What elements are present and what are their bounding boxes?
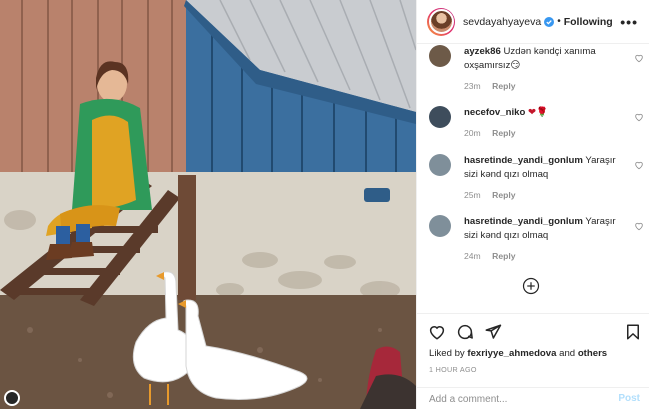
liked-by-user[interactable]: fexriyye_ahmedova <box>467 348 556 359</box>
comment-avatar[interactable] <box>429 215 451 237</box>
comment-text: necefov_niko ❤🌹 <box>464 106 620 120</box>
comment-avatar[interactable] <box>429 106 451 128</box>
likes-summary: Liked by fexriyye_ahmedova and others <box>429 348 607 359</box>
heart-icon[interactable] <box>634 221 644 231</box>
post-actions: Liked by fexriyye_ahmedova and others 1 … <box>417 313 649 409</box>
comment-text: ayzek86 Uzdən kəndçi xanıma oxşamırsız😏 <box>464 45 620 73</box>
comment-icon[interactable] <box>456 323 474 341</box>
comment-meta: 23m Reply <box>464 81 516 91</box>
comment-content: ❤🌹 <box>528 107 548 118</box>
following-button[interactable]: Following <box>564 16 613 28</box>
comment-avatar[interactable] <box>429 45 451 67</box>
post-photo[interactable] <box>0 0 416 409</box>
comment-username[interactable]: necefov_niko <box>464 107 525 118</box>
comment-text: hasretinde_yandi_gonlum Yaraşır sizi kən… <box>464 154 620 182</box>
comment-text: hasretinde_yandi_gonlum Yaraşır sizi kən… <box>464 215 620 243</box>
post-timestamp: 1 HOUR AGO <box>429 365 477 374</box>
comment-time: 23m <box>464 81 481 91</box>
heart-icon[interactable] <box>634 53 644 63</box>
comment-time: 20m <box>464 128 481 138</box>
header-separator: • <box>557 16 561 27</box>
share-icon[interactable] <box>484 323 502 341</box>
post-side-panel: sevdayahyayeva • Following ••• ayzek86 U… <box>416 0 649 409</box>
more-options-icon[interactable]: ••• <box>620 15 638 29</box>
heart-icon[interactable] <box>428 323 446 341</box>
owner-info: sevdayahyayeva • Following <box>463 16 613 28</box>
owner-avatar[interactable] <box>427 7 455 36</box>
comment-meta: 25m Reply <box>464 190 516 200</box>
verified-badge-icon <box>544 16 555 27</box>
heart-icon[interactable] <box>634 160 644 170</box>
liked-by-prefix: Liked by <box>429 348 468 359</box>
comment-username[interactable]: hasretinde_yandi_gonlum <box>464 155 583 166</box>
liked-by-and: and <box>556 348 578 359</box>
farm-scene-image <box>0 0 416 409</box>
comment-time: 25m <box>464 190 481 200</box>
comment-username[interactable]: hasretinde_yandi_gonlum <box>464 216 583 227</box>
comment-time: 24m <box>464 251 481 261</box>
comment-input[interactable] <box>429 392 609 407</box>
heart-icon[interactable] <box>634 112 644 122</box>
comment-avatar[interactable] <box>429 154 451 176</box>
comment-meta: 24m Reply <box>464 251 516 261</box>
reply-button[interactable]: Reply <box>492 251 515 261</box>
liked-by-others[interactable]: others <box>578 348 607 359</box>
add-comment-bar: Post <box>417 387 649 409</box>
tagged-user-icon[interactable] <box>4 390 20 406</box>
reply-button[interactable]: Reply <box>492 81 515 91</box>
post-header: sevdayahyayeva • Following ••• <box>417 0 649 44</box>
comment-username[interactable]: ayzek86 <box>464 46 501 57</box>
reply-button[interactable]: Reply <box>492 128 515 138</box>
bookmark-icon[interactable] <box>624 323 642 341</box>
comment-meta: 20m Reply <box>464 128 516 138</box>
plus-circle-icon[interactable] <box>522 277 540 295</box>
comments-list: ayzek86 Uzdən kəndçi xanıma oxşamırsız😏 … <box>417 44 649 313</box>
reply-button[interactable]: Reply <box>492 190 515 200</box>
owner-username[interactable]: sevdayahyayeva <box>463 16 541 28</box>
post-comment-button[interactable]: Post <box>618 393 640 404</box>
